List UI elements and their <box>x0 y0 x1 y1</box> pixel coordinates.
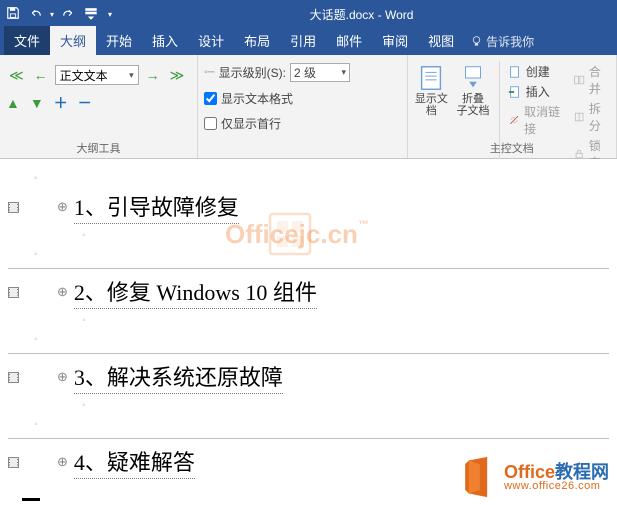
body-bullet: ◦ <box>34 245 613 264</box>
show-document-label: 显示文档 <box>414 93 450 117</box>
create-icon <box>508 65 522 79</box>
tab-design[interactable]: 设计 <box>188 26 234 55</box>
group-label-outline-tools: 大纲工具 <box>0 140 197 156</box>
title-bar: ▾ ▾ 大话题.docx - Word <box>0 0 617 28</box>
expand-handle-icon[interactable]: ⊕ <box>57 454 68 470</box>
ribbon-group-outline-tools: ≪ ← 正文文本 ▾ → ≫ ▲ ▼ ＋ － 大纲工具 <box>0 55 198 158</box>
tell-me-label: 告诉我你 <box>486 33 534 50</box>
tell-me-search[interactable]: 告诉我你 <box>470 28 534 55</box>
merge-label: 合并 <box>589 63 610 97</box>
promote-icon[interactable]: ← <box>31 67 51 83</box>
redo-icon[interactable] <box>62 6 76 23</box>
body-bullet: ◦ <box>82 226 613 245</box>
window-title: 大话题.docx - Word <box>112 6 611 23</box>
tab-review[interactable]: 审阅 <box>372 26 418 55</box>
ribbon-group-master-document: 显示文档 折叠 子文档 创建 插入 取消链接 <box>408 55 617 158</box>
expand-handle-icon[interactable]: ⊕ <box>57 284 68 300</box>
move-down-icon[interactable]: ▼ <box>30 95 44 111</box>
demote-icon[interactable]: → <box>143 67 163 83</box>
collapse-subdocs-label-2: 子文档 <box>456 105 489 117</box>
show-text-formatting-checkbox[interactable] <box>204 92 217 105</box>
subdoc-move-handle-icon[interactable]: ⋮⋮ <box>8 372 19 383</box>
outline-heading-row[interactable]: ⋮⋮ ⊕ 3、解决系统还原故障 <box>4 358 613 396</box>
collapse-icon[interactable]: － <box>78 93 92 113</box>
show-level-value: 2 级 <box>294 64 316 81</box>
lightbulb-icon <box>470 35 483 48</box>
body-bullet: ◦ <box>34 330 613 349</box>
show-level-selector[interactable]: 2 级 ▾ <box>290 63 350 82</box>
body-bullet: ◦ <box>34 169 613 188</box>
outline-level-selector[interactable]: 正文文本 ▾ <box>55 65 139 85</box>
body-bullet: ◦ <box>82 311 613 330</box>
unlink-label: 取消链接 <box>524 103 566 137</box>
tab-layout[interactable]: 布局 <box>234 26 280 55</box>
insert-subdoc-button[interactable]: 插入 <box>508 83 567 100</box>
chevron-down-icon: ▾ <box>129 70 134 81</box>
tab-insert[interactable]: 插入 <box>142 26 188 55</box>
merge-icon <box>573 73 585 87</box>
show-level-label: 显示级别(S): <box>219 64 286 81</box>
promote-to-heading1-icon[interactable]: ≪ <box>6 67 27 84</box>
insert-doc-icon <box>508 85 522 99</box>
unlink-subdoc-button[interactable]: 取消链接 <box>508 103 567 137</box>
body-bullet: ◦ <box>82 396 613 415</box>
group-label-master-doc: 主控文档 <box>408 140 617 156</box>
text-cursor <box>22 498 40 501</box>
merge-subdoc-button[interactable]: 合并 <box>573 63 610 97</box>
subdoc-divider <box>8 438 609 439</box>
heading-text[interactable]: 4、疑难解答 <box>74 445 195 479</box>
split-label: 拆分 <box>589 100 610 134</box>
outline-level-value: 正文文本 <box>60 67 108 84</box>
subdoc-divider <box>8 268 609 269</box>
tab-view[interactable]: 视图 <box>418 26 464 55</box>
quick-access-toolbar: ▾ ▾ <box>6 6 112 23</box>
tab-outline[interactable]: 大纲 <box>50 26 96 55</box>
ribbon-group-show: ◦─ 显示级别(S): 2 级 ▾ 显示文本格式 仅显示首行 <box>198 55 408 158</box>
chevron-down-icon: ▾ <box>341 67 346 78</box>
tab-file[interactable]: 文件 <box>4 26 50 55</box>
heading-text[interactable]: 1、引导故障修复 <box>74 190 239 224</box>
subdoc-move-handle-icon[interactable]: ⋮⋮ <box>8 202 19 213</box>
subdoc-divider <box>8 353 609 354</box>
body-bullet: ◦ <box>34 415 613 434</box>
tab-home[interactable]: 开始 <box>96 26 142 55</box>
tab-references[interactable]: 引用 <box>280 26 326 55</box>
document-area[interactable]: Officejc.cn™ ◦ ⋮⋮ ⊕ 1、引导故障修复 ◦ ◦ ⋮⋮ ⊕ 2、… <box>0 159 617 505</box>
undo-icon[interactable] <box>28 6 42 23</box>
expand-icon[interactable]: ＋ <box>54 93 68 113</box>
show-level-decoration-icon: ◦─ <box>204 67 215 78</box>
tab-mailings[interactable]: 邮件 <box>326 26 372 55</box>
subdoc-move-handle-icon[interactable]: ⋮⋮ <box>8 287 19 298</box>
collapse-subdocs-icon <box>458 63 488 93</box>
heading-text[interactable]: 3、解决系统还原故障 <box>74 360 283 394</box>
show-document-icon <box>416 63 446 93</box>
split-icon <box>573 110 585 124</box>
show-first-line-label: 仅显示首行 <box>221 115 281 132</box>
move-up-icon[interactable]: ▲ <box>6 95 20 111</box>
ribbon: ≪ ← 正文文本 ▾ → ≫ ▲ ▼ ＋ － 大纲工具 ◦─ 显示级别(S): … <box>0 55 617 159</box>
outline-heading-row[interactable]: ⋮⋮ ⊕ 2、修复 Windows 10 组件 <box>4 273 613 311</box>
ribbon-tabs: 文件 大纲 开始 插入 设计 布局 引用 邮件 审阅 视图 告诉我你 <box>0 28 617 55</box>
expand-handle-icon[interactable]: ⊕ <box>57 199 68 215</box>
insert-label: 插入 <box>526 83 550 100</box>
outline-heading-row[interactable]: ⋮⋮ ⊕ 4、疑难解答 <box>4 443 613 481</box>
subdoc-move-handle-icon[interactable]: ⋮⋮ <box>8 457 19 468</box>
demote-to-body-icon[interactable]: ≫ <box>167 67 188 84</box>
unlink-icon <box>508 113 520 127</box>
save-icon[interactable] <box>6 6 20 23</box>
collapse-subdocs-label-1: 折叠 <box>462 93 484 105</box>
customize-qat-icon[interactable] <box>84 6 98 23</box>
show-text-formatting-label: 显示文本格式 <box>221 90 293 107</box>
expand-handle-icon[interactable]: ⊕ <box>57 369 68 385</box>
show-first-line-checkbox[interactable] <box>204 117 217 130</box>
footer-url: www.office26.com <box>504 481 609 492</box>
heading-text[interactable]: 2、修复 Windows 10 组件 <box>74 275 317 309</box>
undo-dropdown-icon[interactable]: ▾ <box>50 10 54 19</box>
create-label: 创建 <box>526 63 550 80</box>
split-subdoc-button[interactable]: 拆分 <box>573 100 610 134</box>
outline-heading-row[interactable]: ⋮⋮ ⊕ 1、引导故障修复 <box>4 188 613 226</box>
create-subdoc-button[interactable]: 创建 <box>508 63 567 80</box>
